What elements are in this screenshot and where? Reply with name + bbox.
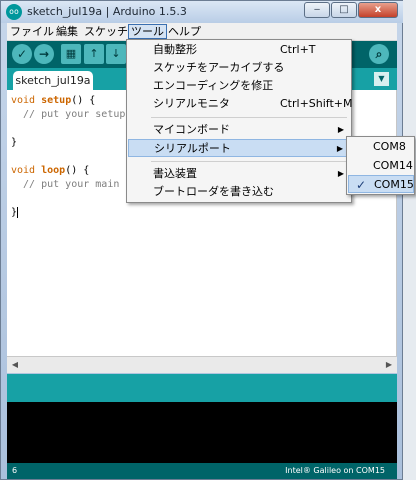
menu-item-programmer[interactable]: 書込装置 ▶ [128, 165, 350, 183]
save-sketch-button[interactable]: ↓ [106, 44, 126, 64]
menu-item-label: マイコンボード [153, 123, 230, 136]
submenu-arrow-icon: ▶ [336, 144, 343, 153]
tools-menu-dropdown: 自動整形 Ctrl+T スケッチをアーカイブする エンコーディングを修正 シリア… [126, 39, 353, 203]
horizontal-scrollbar[interactable]: ◀ ▶ [7, 356, 397, 373]
status-bar [7, 374, 397, 402]
code-text: () { [71, 95, 96, 106]
port-option-com8[interactable]: COM8 [348, 138, 414, 156]
menu-item-fix-encoding[interactable]: エンコーディングを修正 [128, 77, 350, 95]
menu-item-burn-bootloader[interactable]: ブートローダを書き込む [128, 183, 350, 201]
menu-separator [151, 117, 347, 118]
scroll-left-icon[interactable]: ◀ [9, 359, 21, 371]
desktop-background [403, 0, 416, 480]
close-button[interactable]: x [358, 2, 398, 18]
code-keyword: void [11, 95, 42, 106]
port-label: COM15 [374, 178, 414, 191]
menu-sketch[interactable]: スケッチ [82, 25, 130, 40]
port-option-com14[interactable]: COM14 [348, 157, 414, 175]
scroll-right-icon[interactable]: ▶ [383, 359, 395, 371]
menu-item-board[interactable]: マイコンボード ▶ [128, 121, 350, 139]
code-function-name: loop [41, 165, 66, 176]
board-port-label: Intel® Galileo on COM15 [285, 466, 385, 475]
menu-item-label: シリアルモニタ [153, 97, 230, 110]
menu-edit[interactable]: 編集 [54, 25, 80, 40]
title-bar[interactable]: oo sketch_jul19a | Arduino 1.5.3 ‒ □ x [1, 1, 404, 23]
bottom-status-bar: 6 Intel® Galileo on COM15 [7, 463, 397, 479]
menu-separator [151, 161, 347, 162]
arduino-app-icon: oo [6, 4, 22, 20]
code-keyword: void [11, 165, 42, 176]
checkmark-icon: ✓ [356, 178, 367, 192]
tab-sketch[interactable]: sketch_jul19a [13, 71, 93, 90]
port-label: COM14 [373, 159, 413, 172]
code-line: void loop() { [11, 164, 89, 178]
shortcut-label: Ctrl+Shift+M [280, 97, 353, 110]
menu-file[interactable]: ファイル [8, 25, 56, 40]
code-line: } [11, 206, 19, 220]
code-line: } [11, 137, 18, 148]
menu-item-label: 書込装置 [153, 167, 197, 180]
verify-button[interactable]: ✓ [12, 44, 32, 64]
menu-item-serial-monitor[interactable]: シリアルモニタ Ctrl+Shift+M [128, 95, 353, 113]
menu-tools[interactable]: ツール [128, 24, 167, 39]
menu-help[interactable]: ヘルプ [166, 25, 203, 40]
minimize-button[interactable]: ‒ [304, 2, 330, 18]
menu-item-serial-port[interactable]: シリアルポート ▶ [128, 139, 350, 157]
maximize-button[interactable]: □ [331, 2, 357, 18]
tab-menu-chevron-down-icon[interactable]: ▼ [374, 72, 389, 86]
menu-item-label: 自動整形 [153, 43, 197, 56]
port-option-com15[interactable]: ✓ COM15 [348, 175, 414, 193]
menu-item-archive-sketch[interactable]: スケッチをアーカイブする [128, 59, 350, 77]
menu-item-label: ブートローダを書き込む [153, 185, 274, 198]
port-label: COM8 [373, 140, 406, 153]
upload-button[interactable]: → [34, 44, 54, 64]
code-function-name: setup [41, 95, 72, 106]
code-text: () { [65, 165, 90, 176]
menu-item-auto-format[interactable]: 自動整形 Ctrl+T [128, 41, 350, 59]
shortcut-label: Ctrl+T [280, 43, 316, 56]
serial-port-submenu: COM8 COM14 ✓ COM15 [346, 136, 415, 195]
line-number: 6 [12, 466, 18, 475]
window-controls: ‒ □ x [304, 2, 398, 18]
code-line: void setup() { [11, 94, 95, 108]
open-sketch-button[interactable]: ↑ [84, 44, 104, 64]
serial-monitor-button[interactable]: ⌕ [369, 44, 389, 64]
new-sketch-button[interactable]: ▦ [61, 44, 81, 64]
console-output[interactable] [7, 402, 397, 463]
text-caret [17, 206, 19, 218]
menu-item-label: シリアルポート [154, 142, 231, 155]
window-title: sketch_jul19a | Arduino 1.5.3 [27, 5, 187, 18]
menu-item-label: スケッチをアーカイブする [153, 61, 285, 74]
submenu-arrow-icon: ▶ [337, 169, 344, 178]
submenu-arrow-icon: ▶ [337, 125, 344, 134]
menu-item-label: エンコーディングを修正 [153, 79, 274, 92]
